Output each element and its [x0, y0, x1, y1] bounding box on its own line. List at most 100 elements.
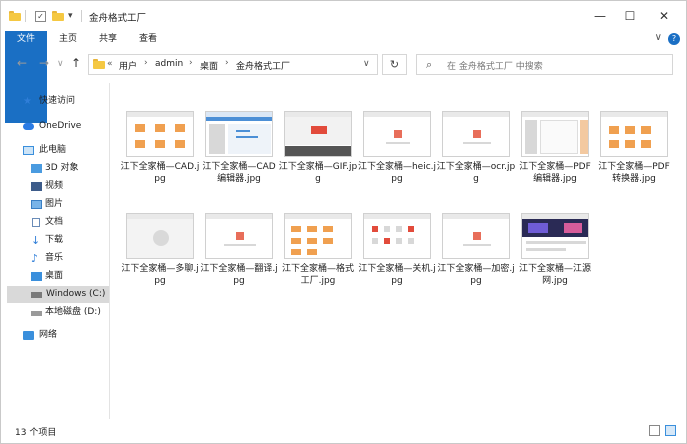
status-bar: 13 个项目 — [1, 421, 686, 443]
file-name: 江下全家桶—翻译.jpg — [200, 264, 278, 286]
maximize-button[interactable]: ☐ — [613, 1, 647, 31]
breadcrumb-desktop[interactable]: 桌面 — [200, 59, 218, 72]
image-thumbnail — [363, 213, 431, 259]
image-thumbnail — [205, 213, 273, 259]
document-icon — [32, 218, 40, 227]
file-name: 江下全家桶—PDF编辑器.jpg — [519, 162, 591, 184]
file-item[interactable]: 江下全家桶—翻译.jpg — [199, 213, 278, 305]
disk-icon — [31, 311, 42, 316]
minimize-button[interactable]: — — [583, 1, 617, 31]
help-icon[interactable]: ? — [668, 33, 680, 45]
image-thumbnail — [363, 111, 431, 157]
image-thumbnail — [521, 213, 589, 259]
sidebar-item-label: 本地磁盘 (D:) — [45, 307, 101, 317]
window-title: 金舟格式工厂 — [89, 13, 147, 24]
refresh-button[interactable]: ↻ — [382, 54, 407, 75]
forward-button[interactable]: → — [39, 56, 49, 70]
sidebar-item-documents[interactable]: 文档 — [31, 214, 109, 231]
large-icons-view-icon[interactable] — [665, 425, 676, 436]
breadcrumb-separator[interactable]: › — [144, 58, 148, 68]
file-item[interactable]: 江下全家桶—GIF.jpg — [278, 111, 357, 203]
sidebar-item-downloads[interactable]: ↓ 下载 — [31, 232, 109, 249]
network-icon — [23, 331, 34, 340]
sidebar-item-label: 视频 — [45, 181, 64, 191]
sidebar-item-desktop[interactable]: 桌面 — [31, 268, 109, 285]
music-icon: ♪ — [31, 252, 39, 265]
back-button[interactable]: ← — [17, 56, 27, 70]
search-box[interactable]: ⌕ 在 金舟格式工厂 中搜索 — [416, 54, 673, 75]
quick-access-dropdown-icon[interactable]: ▾ — [68, 9, 73, 23]
file-item[interactable]: 江下全家桶—关机.jpg — [357, 213, 436, 305]
sidebar-item-quick-access[interactable]: ★ 快速访问 — [23, 93, 109, 110]
sidebar-item-label: 此电脑 — [39, 145, 67, 155]
search-placeholder: 在 金舟格式工厂 中搜索 — [447, 62, 543, 72]
sidebar-item-label: 文档 — [45, 217, 64, 227]
desktop-icon — [31, 272, 42, 281]
sidebar-item-label: 音乐 — [45, 253, 64, 263]
file-item[interactable]: 江下全家桶—加密.jpg — [436, 213, 515, 305]
image-thumbnail — [205, 111, 273, 157]
file-item[interactable]: 江下全家桶—多聊.jpg — [120, 213, 199, 305]
image-thumbnail — [284, 213, 352, 259]
sidebar-item-local-disk-d[interactable]: 本地磁盘 (D:) — [31, 304, 109, 321]
file-item[interactable]: 江下全家桶—heic.jpg — [357, 111, 436, 203]
file-item[interactable]: 江下全家桶—江源网.jpg — [515, 213, 591, 305]
search-icon: ⌕ — [426, 58, 433, 71]
close-button[interactable]: ✕ — [647, 1, 681, 31]
navigation-pane: ★ 快速访问 OneDrive 此电脑 3D 对象 视频 图片 文档 ↓ 下载 … — [1, 83, 110, 419]
sidebar-item-onedrive[interactable]: OneDrive — [23, 118, 109, 135]
up-button[interactable]: ↑ — [71, 56, 81, 70]
file-list: 江下全家桶—CAD.jpg 江下全家桶—CAD编辑器.jpg 江下全家桶—GIF… — [110, 83, 686, 419]
ribbon: 文件 主页 共享 查看 ∨ ? — [1, 31, 686, 123]
drive-icon — [31, 292, 42, 298]
sidebar-item-label: OneDrive — [39, 121, 82, 131]
star-icon: ★ — [23, 96, 32, 107]
cloud-icon — [23, 123, 34, 130]
image-thumbnail — [521, 111, 589, 157]
breadcrumb-separator[interactable]: › — [189, 58, 193, 68]
file-item[interactable]: 江下全家桶—ocr.jpg — [436, 111, 515, 203]
ribbon-expand-icon[interactable]: ∨ — [655, 32, 662, 43]
new-folder-icon[interactable] — [52, 9, 64, 23]
sidebar-item-pictures[interactable]: 图片 — [31, 196, 109, 213]
address-bar[interactable]: « 用户 › admin › 桌面 › 金舟格式工厂 ∨ — [88, 54, 378, 75]
breadcrumb-overflow[interactable]: « — [107, 59, 113, 69]
sidebar-item-network[interactable]: 网络 — [23, 327, 109, 344]
separator — [25, 9, 26, 23]
sidebar-item-windows-c[interactable]: Windows (C:) — [7, 286, 109, 303]
breadcrumb-separator[interactable]: › — [225, 58, 229, 68]
image-thumbnail — [442, 111, 510, 157]
tab-share[interactable]: 共享 — [93, 31, 123, 47]
image-thumbnail — [442, 213, 510, 259]
sidebar-item-label: 桌面 — [45, 271, 64, 281]
breadcrumb-admin[interactable]: admin — [155, 59, 183, 69]
folder-icon — [93, 59, 105, 69]
sidebar-item-label: 下载 — [45, 235, 64, 245]
recent-dropdown-icon[interactable]: ∨ — [57, 59, 64, 69]
sidebar-item-this-pc[interactable]: 此电脑 — [23, 142, 109, 159]
sidebar-item-label: 快速访问 — [39, 96, 76, 106]
sidebar-item-label: Windows (C:) — [46, 289, 106, 299]
folder-icon — [9, 9, 21, 23]
sidebar-item-videos[interactable]: 视频 — [31, 178, 109, 195]
file-name: 江下全家桶—格式工厂.jpg — [281, 264, 354, 286]
details-view-icon[interactable] — [649, 425, 660, 436]
tab-home[interactable]: 主页 — [53, 31, 83, 47]
computer-icon — [23, 146, 34, 155]
file-name: 江下全家桶—CAD编辑器.jpg — [202, 162, 276, 184]
breadcrumb-current[interactable]: 金舟格式工厂 — [236, 59, 290, 72]
sidebar-item-label: 图片 — [45, 199, 64, 209]
file-item[interactable]: 江下全家桶—PDF转换器.jpg — [594, 111, 670, 203]
tab-view[interactable]: 查看 — [133, 31, 163, 47]
sidebar-item-3d-objects[interactable]: 3D 对象 — [31, 160, 109, 177]
properties-icon[interactable]: ✓ — [35, 9, 46, 23]
file-item[interactable]: 江下全家桶—格式工厂.jpg — [278, 213, 354, 305]
breadcrumb-users[interactable]: 用户 — [119, 59, 137, 72]
file-item[interactable]: 江下全家桶—CAD编辑器.jpg — [199, 111, 276, 203]
sidebar-item-music[interactable]: ♪ 音乐 — [31, 250, 109, 267]
address-dropdown-icon[interactable]: ∨ — [363, 59, 370, 69]
file-item[interactable]: 江下全家桶—CAD.jpg — [120, 111, 199, 203]
picture-icon — [31, 200, 42, 209]
file-item[interactable]: 江下全家桶—PDF编辑器.jpg — [515, 111, 591, 203]
file-name: 江下全家桶—江源网.jpg — [518, 264, 591, 286]
